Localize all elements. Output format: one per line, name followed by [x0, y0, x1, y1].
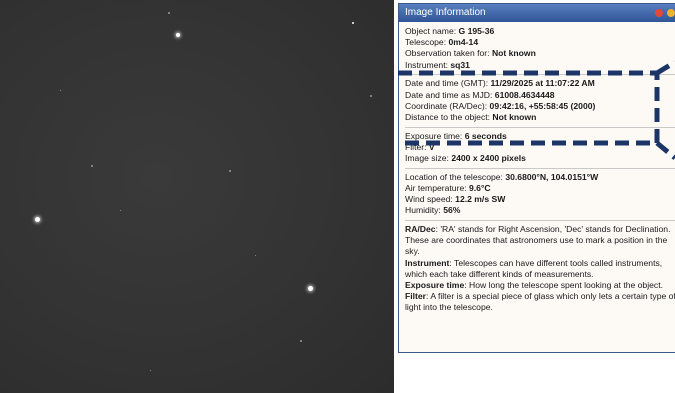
date-gmt-row: Date and time (GMT): 11/29/2025 at 11:07… — [405, 78, 595, 89]
divider — [405, 220, 675, 222]
instrument-value: sq31 — [450, 59, 470, 70]
air-temp-row: Air temperature: 9.6°C — [405, 182, 491, 193]
panel-title: Image Information — [405, 7, 486, 18]
image-size-value: 2400 x 2400 pixels — [451, 153, 526, 164]
star — [352, 22, 354, 24]
star — [308, 286, 313, 291]
image-size-row: Image size: 2400 x 2400 pixels — [405, 153, 526, 164]
humidity-row: Humidity: 56% — [405, 205, 461, 216]
panel-body: Object name: G 195-36 Telescope: 0m4-14 … — [399, 22, 675, 314]
telescope-row: Telescope: 0m4-14 — [405, 37, 479, 48]
sky-image[interactable] — [0, 0, 394, 393]
wind-row: Wind speed: 12.2 m/s SW — [405, 194, 506, 205]
star — [150, 370, 151, 371]
screen: Image Information Object name: G 195-36 … — [0, 0, 675, 393]
instrument-row: Instrument: sq31 — [405, 59, 470, 70]
star — [300, 340, 302, 342]
star — [91, 165, 93, 167]
panel-titlebar[interactable]: Image Information — [399, 4, 675, 22]
divider — [405, 126, 675, 128]
coordinate-row: Coordinate (RA/Dec): 09:42:16, +55:58:45… — [405, 100, 596, 111]
star — [229, 170, 231, 172]
exposure-row: Exposure time: 6 seconds — [405, 130, 507, 141]
air-temp-value: 9.6°C — [469, 182, 491, 193]
star — [370, 95, 372, 97]
location-row: Location of the telescope: 30.6800°N, 10… — [405, 171, 599, 182]
coordinate-value: 09:42:16, +55:58:45 (2000) — [489, 100, 596, 111]
distance-value: Not known — [492, 111, 537, 122]
date-mjd-value: 61008.4634448 — [494, 89, 555, 100]
divider — [405, 167, 675, 169]
distance-row: Distance to the object: Not known — [405, 111, 537, 122]
object-name-row: Object name: G 195-36 — [405, 26, 495, 36]
star — [168, 12, 170, 14]
date-gmt-value: 11/29/2025 at 11:07:22 AM — [490, 78, 595, 89]
minimize-icon[interactable] — [667, 9, 675, 17]
humidity-value: 56% — [443, 205, 461, 216]
filter-value: V — [428, 141, 435, 152]
filter-row: Filter: V — [405, 141, 435, 152]
date-mjd-row: Date and time as MJD: 61008.4634448 — [405, 89, 555, 100]
close-icon[interactable] — [655, 9, 663, 17]
telescope-value: 0m4-14 — [448, 37, 479, 48]
glossary-instrument: Instrument: Telescopes can have differen… — [405, 257, 663, 279]
observation-row: Observation taken for: Not known — [405, 48, 536, 59]
wind-value: 12.2 m/s SW — [455, 194, 506, 205]
observation-value: Not known — [491, 48, 536, 59]
star — [60, 90, 61, 91]
glossary-exposure: Exposure time: How long the telescope sp… — [405, 280, 663, 291]
glossary-filter: Filter: A filter is a special piece of g… — [405, 291, 675, 313]
location-value: 30.6800°N, 104.0151°W — [505, 171, 599, 182]
star — [255, 255, 256, 256]
exposure-value: 6 seconds — [464, 130, 507, 141]
star — [176, 33, 180, 37]
image-info-panel: Image Information Object name: G 195-36 … — [398, 3, 675, 353]
divider — [405, 74, 675, 76]
star — [120, 210, 121, 211]
glossary-ra-dec: RA/Dec: 'RA' stands for Right Ascension,… — [405, 224, 671, 257]
object-name-value: G 195-36 — [458, 26, 495, 36]
star — [35, 217, 40, 222]
